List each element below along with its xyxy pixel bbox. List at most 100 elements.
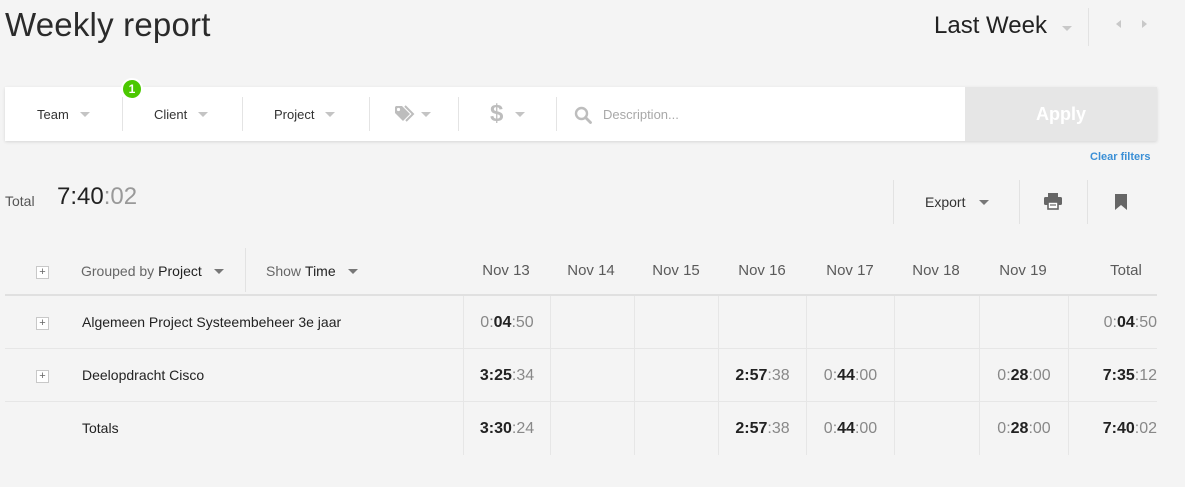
team-filter-label: Team xyxy=(37,106,69,122)
table-body: + Algemeen Project Systeembeheer 3e jaar 0… xyxy=(5,296,1157,455)
day-cell xyxy=(894,296,979,349)
export-button[interactable]: Export xyxy=(925,194,990,210)
previous-week-icon[interactable] xyxy=(1116,20,1121,28)
page-title: Weekly report xyxy=(5,6,211,43)
day-cell xyxy=(806,296,894,349)
duration-value: 7:40:02 xyxy=(1102,419,1157,437)
day-cell xyxy=(550,296,634,349)
row-label: Totals xyxy=(82,420,119,436)
duration-value: 2:57:38 xyxy=(735,419,790,437)
filter-bar: Team 1 Client Project $ Apply xyxy=(5,78,1157,141)
duration-value: 3:25:34 xyxy=(479,366,535,384)
divider xyxy=(242,97,243,131)
totals-row: Totals 3:30:24 2:57:38 0:44:00 0:28:00 7:40:0… xyxy=(5,402,1157,455)
total-label: Total xyxy=(5,193,35,209)
chevron-down-icon xyxy=(421,111,431,117)
dollar-icon: $ xyxy=(490,100,504,127)
day-cell: 0:28:00 xyxy=(979,349,1068,402)
divider xyxy=(122,97,123,131)
tag-filter[interactable] xyxy=(394,87,431,141)
expand-all-icon[interactable]: + xyxy=(36,266,49,279)
table-header: + Grouped by Project Show Time Nov 13 Nov… xyxy=(5,245,1157,296)
client-filter-label: Client xyxy=(154,106,188,122)
billable-filter[interactable]: $ xyxy=(490,87,526,141)
day-cell xyxy=(979,296,1068,349)
divider xyxy=(556,97,557,131)
day-cell xyxy=(550,349,634,402)
next-week-icon[interactable] xyxy=(1142,20,1147,28)
chevron-down-icon xyxy=(213,268,224,274)
day-cell xyxy=(550,402,634,455)
total-duration: 7:40:02 xyxy=(57,183,137,211)
divider xyxy=(1019,180,1020,224)
duration-value: 0:44:00 xyxy=(823,419,878,437)
column-header-day: Nov 14 xyxy=(567,262,615,279)
duration-value: 0:44:00 xyxy=(823,366,878,384)
apply-button[interactable]: Apply xyxy=(965,87,1157,141)
expand-row-icon[interactable]: + xyxy=(36,317,49,330)
duration-value: 0:04:50 xyxy=(1103,313,1157,331)
group-by-value: Project xyxy=(158,263,202,279)
day-cell xyxy=(634,402,718,455)
divider xyxy=(893,180,894,224)
expand-row-icon[interactable]: + xyxy=(36,370,49,383)
table-row: + Algemeen Project Systeembeheer 3e jaar 0… xyxy=(5,296,1157,349)
day-cell: 3:30:24 xyxy=(463,402,550,455)
tag-icon xyxy=(395,105,415,122)
print-icon[interactable] xyxy=(1043,192,1063,210)
row-total-cell: 0:04:50 xyxy=(1068,296,1157,349)
total-hours-minutes: 7:40 xyxy=(57,183,104,210)
duration-value: 0:28:00 xyxy=(997,366,1051,384)
report-table: + Grouped by Project Show Time Nov 13 Nov… xyxy=(5,245,1157,455)
search-icon xyxy=(574,106,592,124)
project-filter[interactable]: Project xyxy=(274,87,336,141)
row-label: Deelopdracht Cisco xyxy=(82,367,205,383)
clear-filters-link[interactable]: Clear filters xyxy=(1090,151,1151,163)
day-cell: 0:44:00 xyxy=(806,402,894,455)
day-cell: 0:44:00 xyxy=(806,349,894,402)
column-header-day: Nov 15 xyxy=(652,262,700,279)
group-by-prefix: Grouped by xyxy=(81,263,155,279)
chevron-down-icon xyxy=(198,111,209,117)
day-cell xyxy=(894,349,979,402)
day-cell: 2:57:38 xyxy=(718,402,806,455)
duration-value: 0:04:50 xyxy=(480,313,534,331)
column-header-day: Nov 13 xyxy=(482,262,530,279)
team-filter[interactable]: Team 1 xyxy=(37,78,143,141)
column-header-day: Nov 18 xyxy=(912,262,960,279)
show-selector[interactable]: Show Time xyxy=(266,263,358,279)
chevron-down-icon[interactable] xyxy=(1062,26,1072,31)
divider xyxy=(458,97,459,131)
column-header-day: Nov 17 xyxy=(826,262,874,279)
bookmark-icon[interactable] xyxy=(1114,193,1128,211)
period-selector[interactable]: Last Week xyxy=(934,12,1047,40)
group-by-selector[interactable]: Grouped by Project xyxy=(81,263,224,279)
divider xyxy=(1088,8,1089,46)
row-label: Algemeen Project Systeembeheer 3e jaar xyxy=(82,314,342,330)
day-cell xyxy=(718,296,806,349)
show-prefix: Show xyxy=(266,263,302,279)
chevron-down-icon xyxy=(325,111,336,117)
day-cell xyxy=(894,402,979,455)
divider xyxy=(369,97,370,131)
show-value: Time xyxy=(305,263,336,279)
total-seconds: :02 xyxy=(103,183,138,210)
filter-count-badge: 1 xyxy=(121,78,143,100)
day-cell: 0:04:50 xyxy=(463,296,550,349)
duration-value: 2:57:38 xyxy=(735,366,790,384)
chevron-down-icon xyxy=(515,111,526,117)
divider xyxy=(1087,180,1088,224)
description-input[interactable] xyxy=(603,102,943,126)
export-label: Export xyxy=(925,194,966,210)
column-header-day: Nov 19 xyxy=(999,262,1047,279)
client-filter[interactable]: Client xyxy=(154,87,209,141)
day-cell: 3:25:34 xyxy=(463,349,550,402)
duration-value: 3:30:24 xyxy=(479,419,535,437)
divider xyxy=(245,248,246,292)
day-cell: 2:57:38 xyxy=(718,349,806,402)
duration-value: 0:28:00 xyxy=(997,419,1051,437)
column-header-total: Total xyxy=(1110,262,1142,279)
project-filter-label: Project xyxy=(274,106,315,122)
chevron-down-icon xyxy=(347,268,358,274)
day-cell xyxy=(634,349,718,402)
